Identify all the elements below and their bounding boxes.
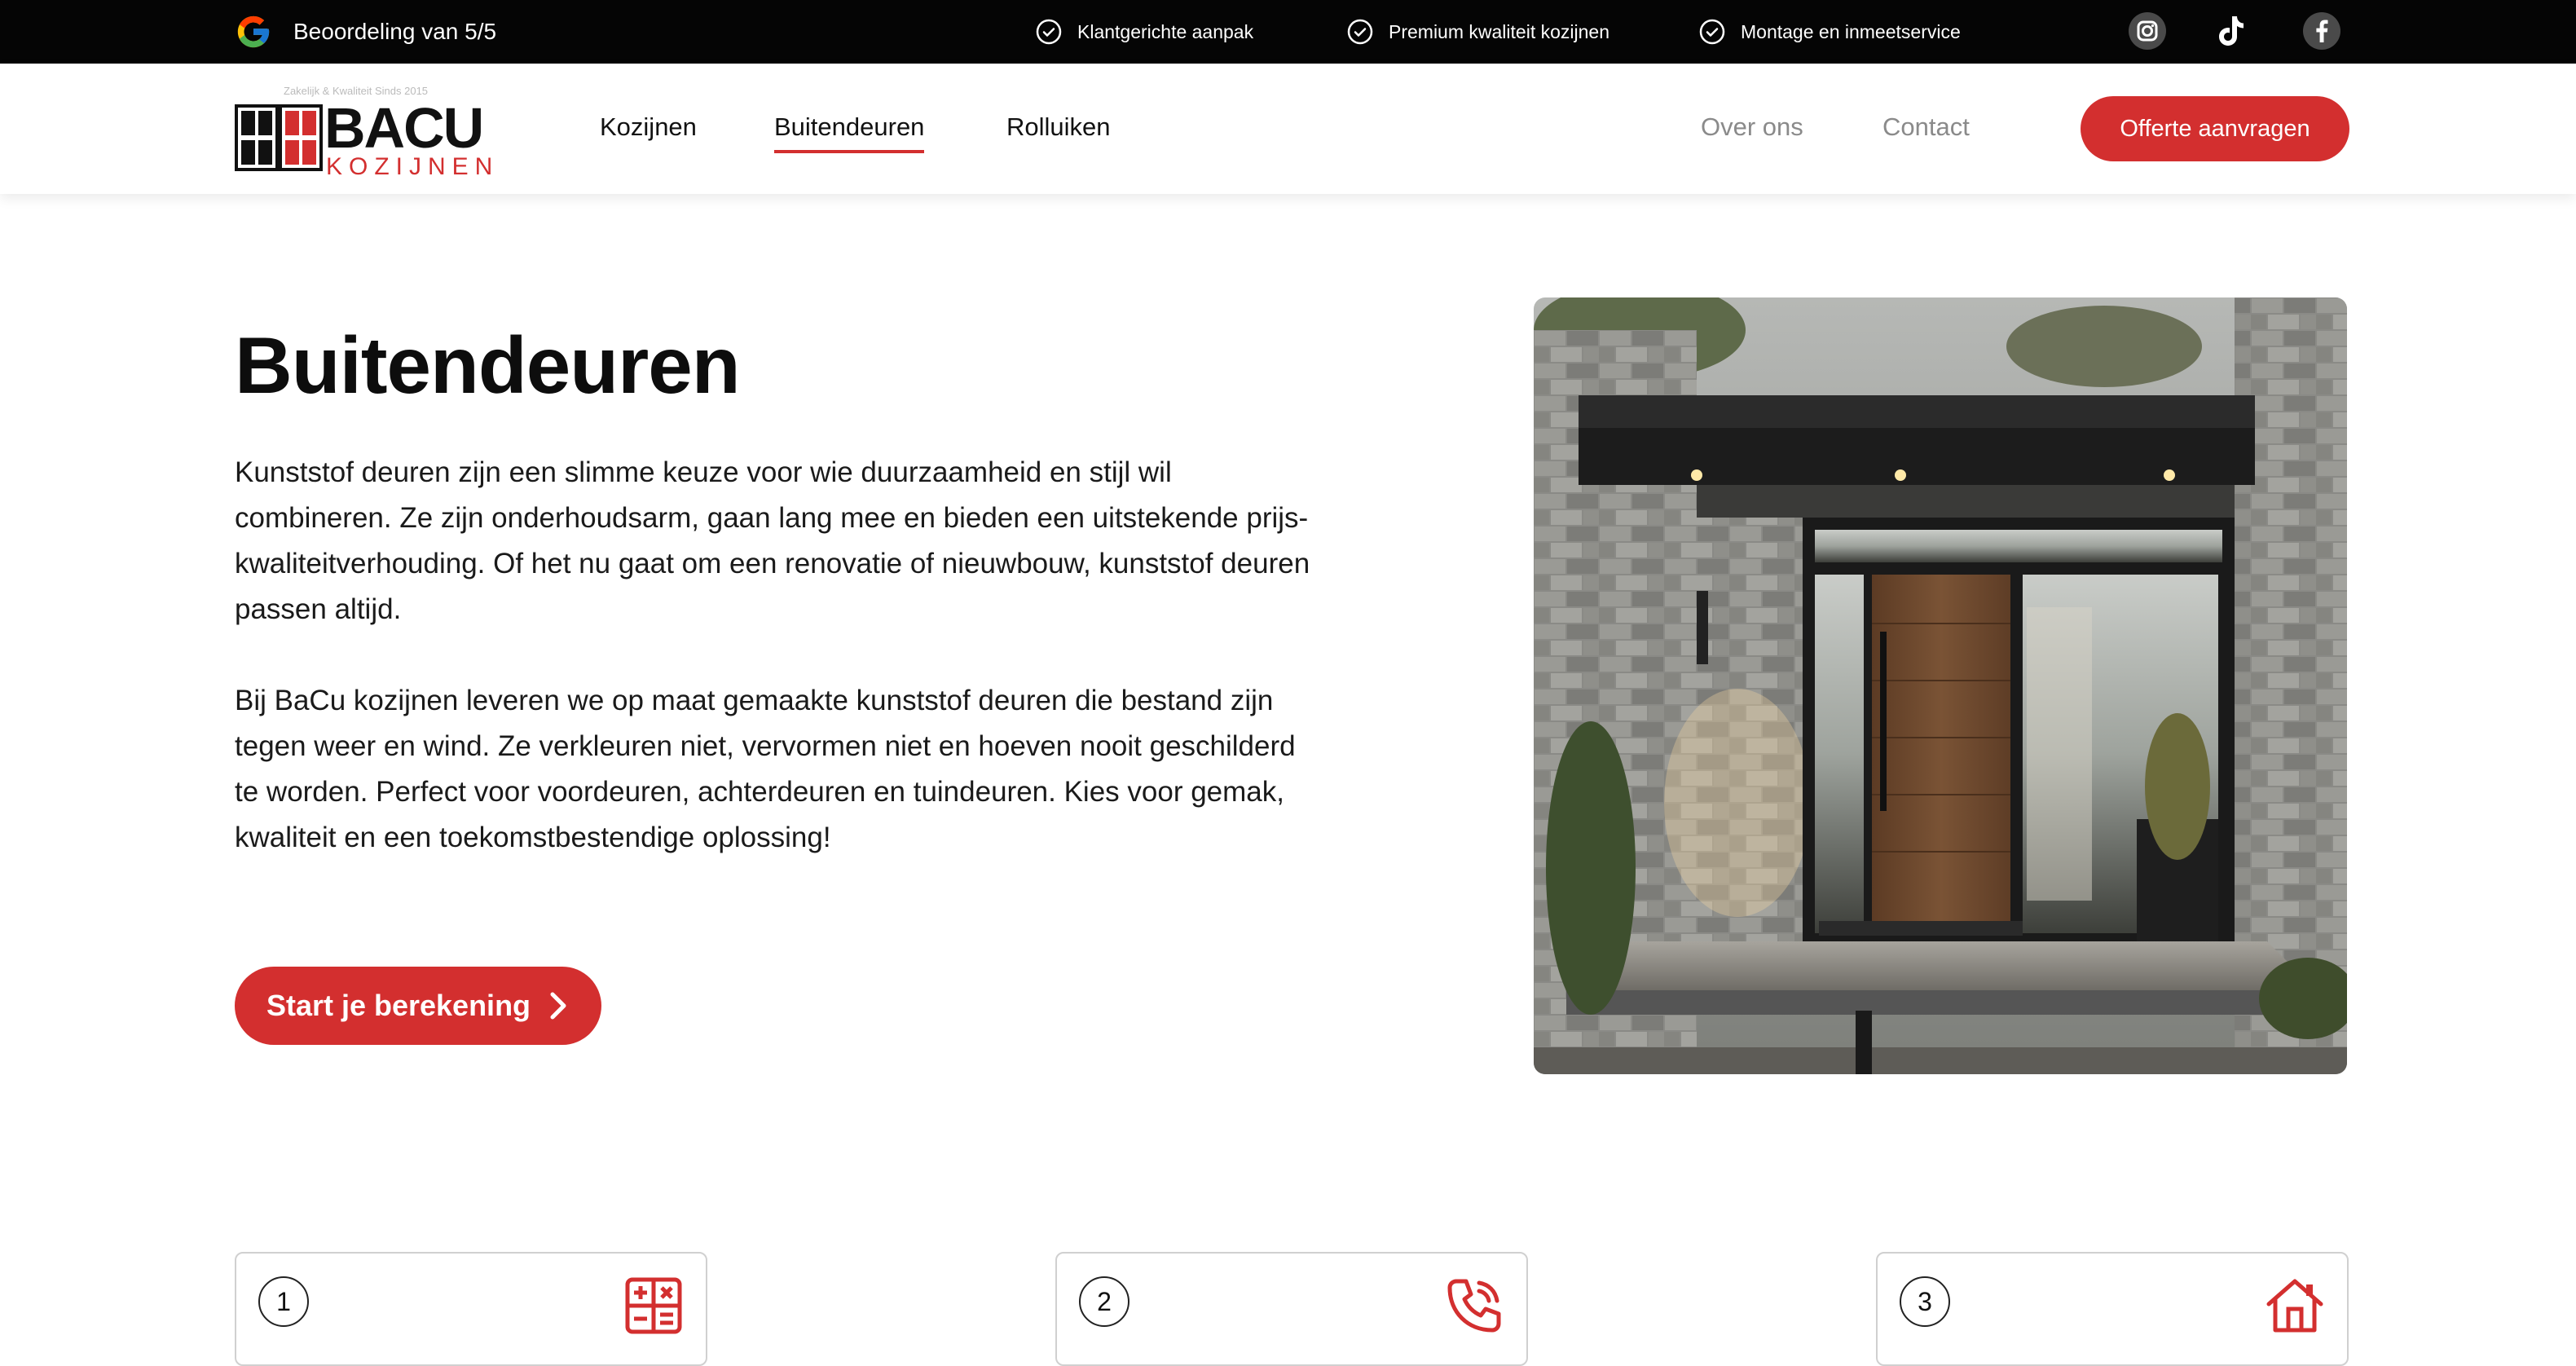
front-door-illustration xyxy=(1534,297,2347,1074)
rating-text: Beoordeling van 5/5 xyxy=(293,19,497,44)
details-paragraph: Bij BaCu kozijnen leveren we op maat gem… xyxy=(235,685,1296,853)
calculator-icon xyxy=(625,1277,682,1334)
tiktok-link[interactable] xyxy=(2210,11,2251,51)
check-circle-icon xyxy=(1036,19,1062,45)
house-icon xyxy=(2266,1279,2323,1333)
page-title: Buitendeuren xyxy=(235,320,741,410)
logo-wordmark: BACU xyxy=(324,96,484,160)
intro-paragraph: Kunststof deuren zijn een slimme keuze v… xyxy=(235,456,1310,625)
bacu-logo[interactable]: Zakelijk & Kwaliteit Sinds 2015 BACU KOZ… xyxy=(235,82,495,179)
start-berekening-button[interactable]: Start je berekening xyxy=(235,967,601,1045)
top-bar: Beoordeling van 5/5 Klantgerichte aanpak… xyxy=(0,0,2576,64)
nav-rolluiken[interactable]: Rolluiken xyxy=(1006,112,1111,142)
logo-tagline: Zakelijk & Kwaliteit Sinds 2015 xyxy=(284,85,429,97)
nav-kozijnen[interactable]: Kozijnen xyxy=(600,112,697,142)
step-number: 2 xyxy=(1079,1276,1129,1327)
main-header: Zakelijk & Kwaliteit Sinds 2015 BACU KOZ… xyxy=(0,64,2576,194)
step-number: 3 xyxy=(1900,1276,1950,1327)
usp-item: Premium kwaliteit kozijnen xyxy=(1346,0,1609,64)
step-number: 1 xyxy=(258,1276,309,1327)
logo-mark xyxy=(235,104,323,171)
chevron-right-icon xyxy=(550,992,566,1020)
instagram-icon xyxy=(2129,12,2166,50)
usp-item: Montage en inmeetservice xyxy=(1698,0,1961,64)
facebook-link[interactable] xyxy=(2301,11,2342,51)
facebook-icon xyxy=(2303,12,2340,50)
check-circle-icon xyxy=(1347,19,1373,45)
step-card-1: 1 xyxy=(235,1252,707,1366)
tiktok-icon xyxy=(2219,16,2244,46)
instagram-link[interactable] xyxy=(2127,11,2168,51)
start-berekening-label: Start je berekening xyxy=(266,989,531,1022)
nav-over-ons[interactable]: Over ons xyxy=(1701,112,1803,142)
usp-item: Klantgerichte aanpak xyxy=(1035,0,1253,64)
check-circle-icon xyxy=(1699,19,1725,45)
step-card-3: 3 xyxy=(1876,1252,2349,1366)
usp-label: Premium kwaliteit kozijnen xyxy=(1389,20,1609,42)
nav-buitendeuren[interactable]: Buitendeuren xyxy=(774,112,925,153)
step-card-2: 2 xyxy=(1055,1252,1528,1366)
offerte-aanvragen-button[interactable]: Offerte aanvragen xyxy=(2081,96,2349,161)
phone-icon xyxy=(1447,1279,1501,1333)
google-icon xyxy=(237,15,270,48)
usp-label: Klantgerichte aanpak xyxy=(1077,20,1254,42)
usp-label: Montage en inmeetservice xyxy=(1741,20,1961,42)
google-rating[interactable]: Beoordeling van 5/5 xyxy=(235,0,496,64)
logo-subtitle: KOZIJNEN xyxy=(326,153,500,180)
front-door-photo xyxy=(1534,297,2347,1074)
nav-contact[interactable]: Contact xyxy=(1882,112,1970,142)
